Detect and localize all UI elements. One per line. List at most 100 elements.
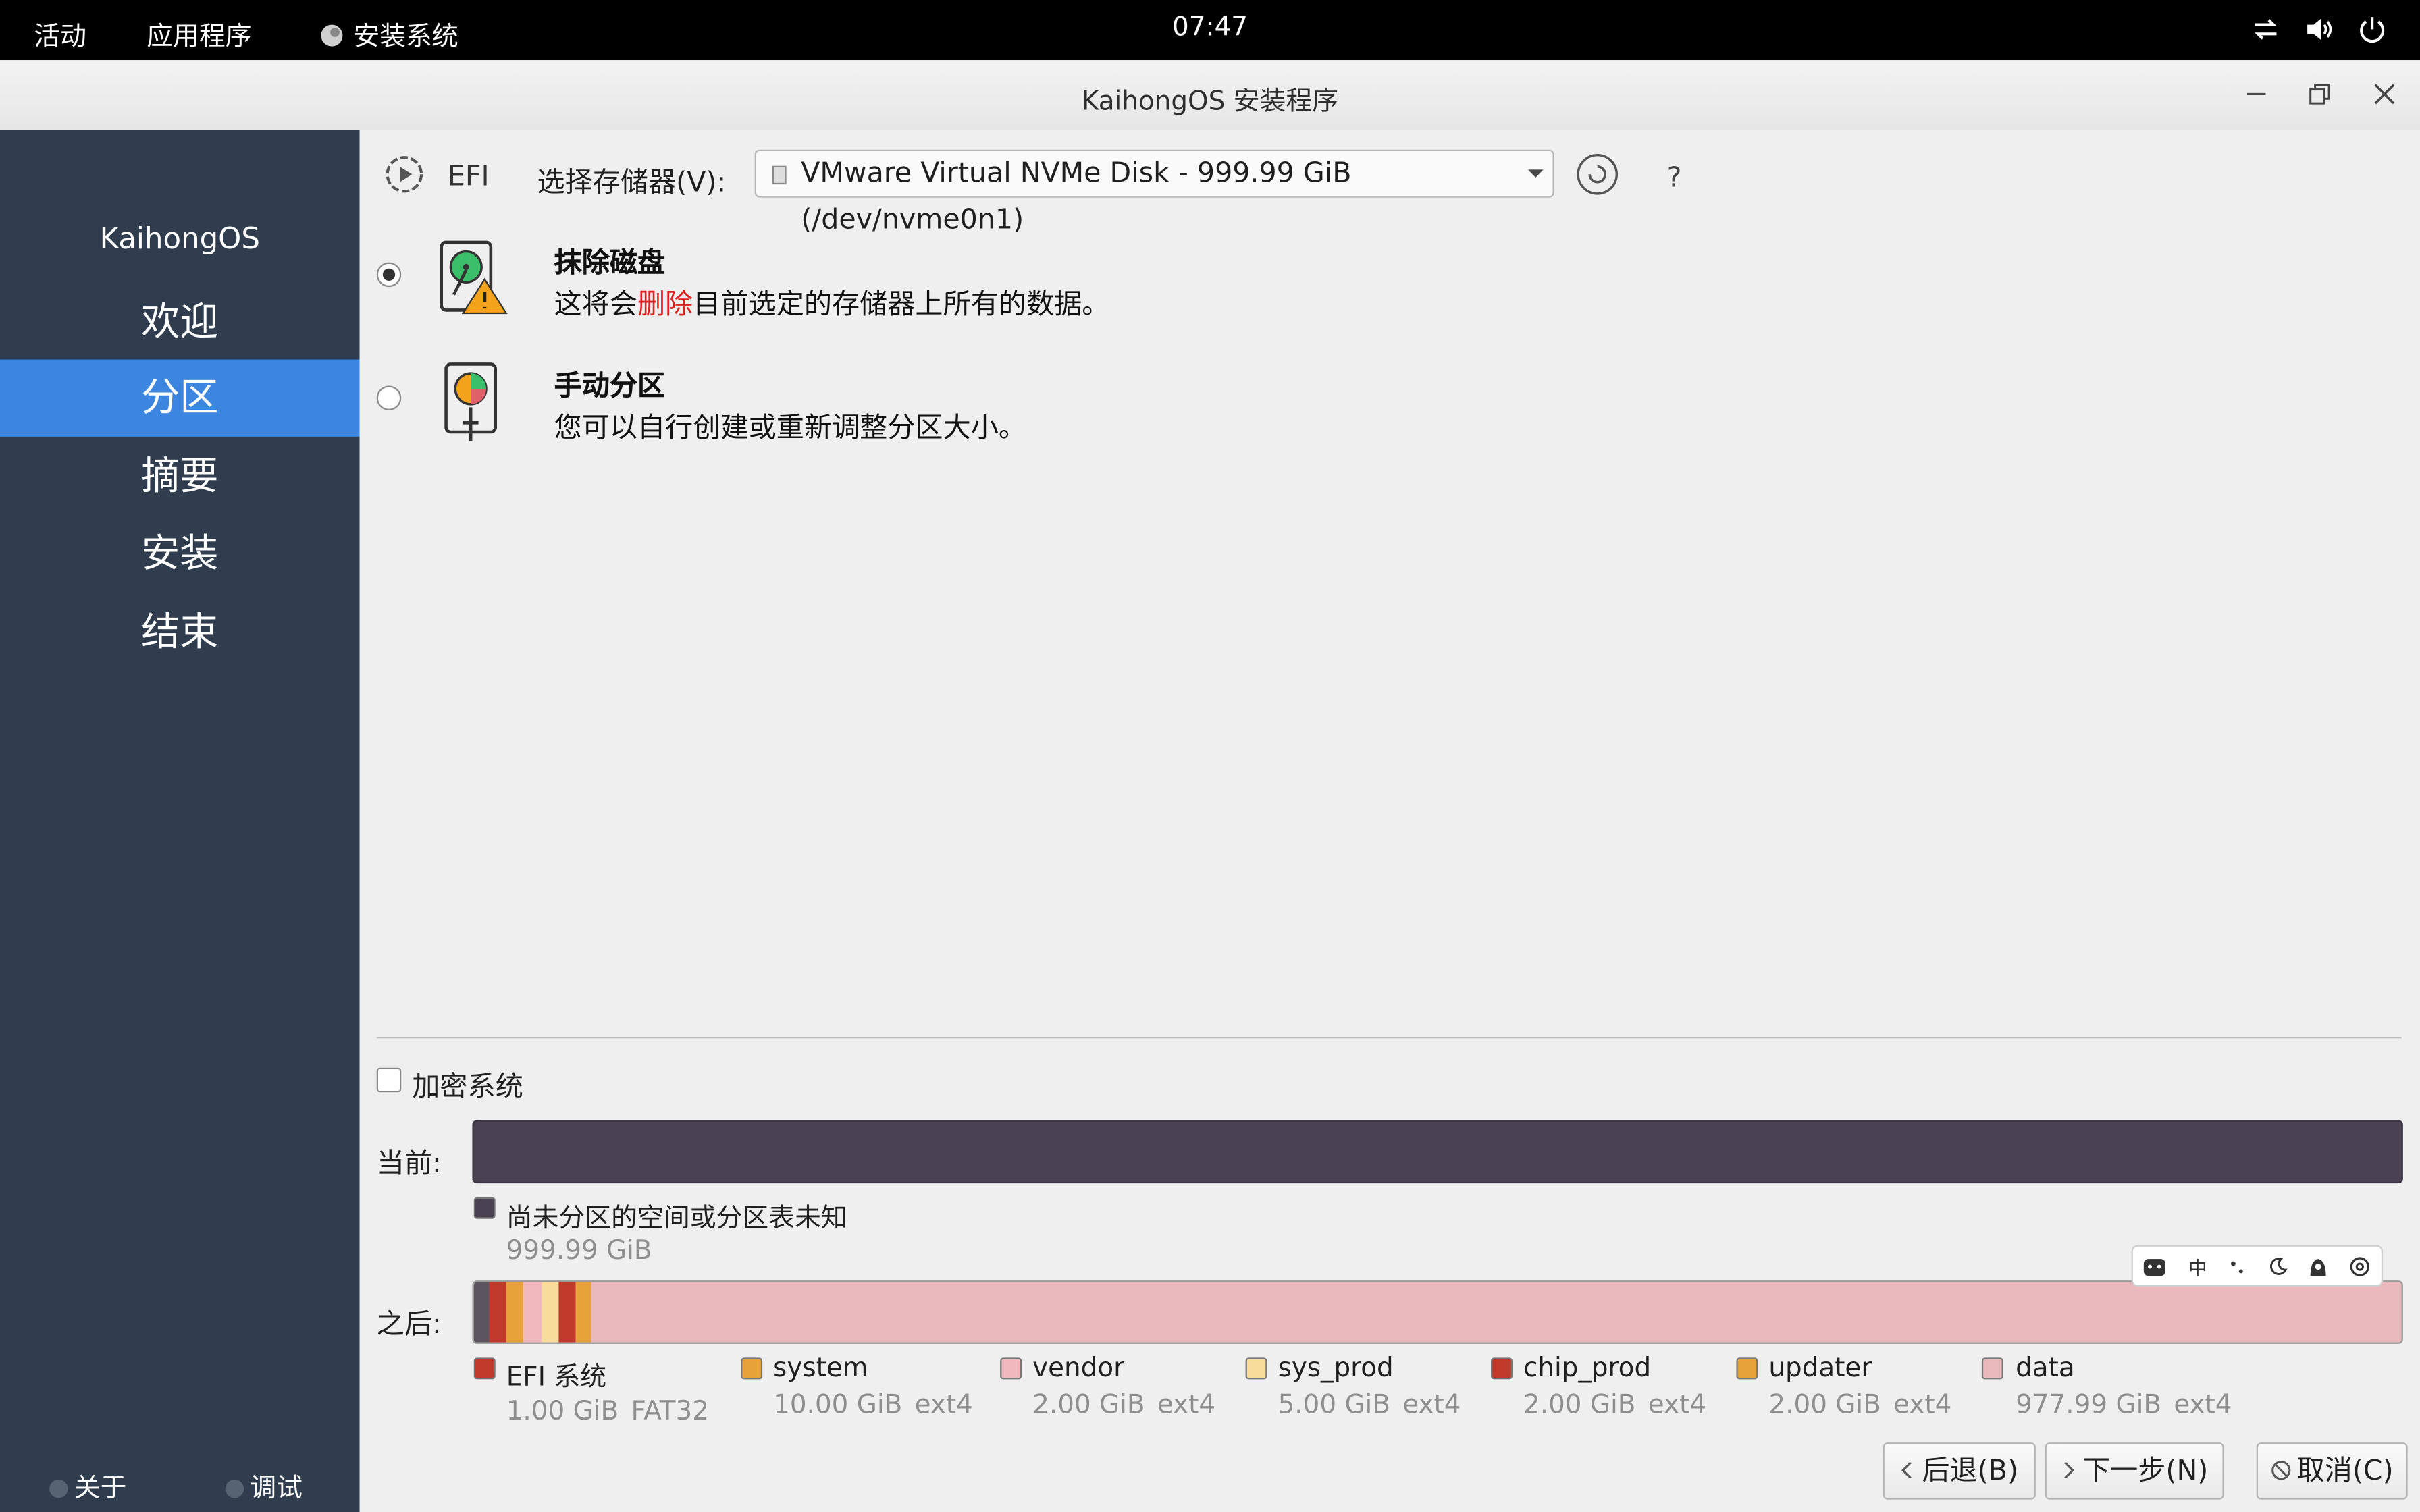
next-button-label: 下一步(N) (2082, 1455, 2209, 1488)
bug-icon (225, 1479, 244, 1498)
boot-mode-label: EFI (447, 160, 490, 193)
vendor-fs: ext4 (1157, 1390, 1216, 1422)
legend-unpartitioned-name: 尚未分区的空间或分区表未知 (506, 1203, 847, 1235)
ime-logo-icon (2143, 1259, 2165, 1276)
legend-system-size: 10.00 GiB ext4 (773, 1390, 973, 1421)
storage-select-value: VMware Virtual NVMe Disk - 999.99 GiB (/… (801, 157, 1352, 236)
manual-partition-title: 手动分区 (554, 370, 666, 403)
after-partition-bar (472, 1280, 2403, 1344)
erase-desc-post: 目前选定的存储器上所有的数据。 (693, 288, 1110, 321)
system-size: 10.00 GiB (773, 1390, 903, 1422)
sidebar-item-summary: 摘要 (141, 453, 219, 499)
bar-seg-edge (473, 1282, 490, 1343)
manual-partition-radio[interactable] (376, 385, 402, 410)
close-icon[interactable] (2369, 79, 2400, 110)
chevron-right-icon (2064, 1461, 2075, 1479)
ime-mode-toggle[interactable]: 中 (2188, 1254, 2207, 1280)
info-icon (49, 1479, 68, 1498)
encrypt-label: 加密系统 (412, 1071, 523, 1104)
current-label: 当前: (376, 1148, 442, 1181)
legend-unpartitioned-size: 999.99 GiB (506, 1235, 652, 1267)
system-fs: ext4 (914, 1390, 973, 1422)
next-button[interactable]: 下一步(N) (2045, 1442, 2224, 1500)
legend-updater-name: updater (1768, 1353, 1872, 1384)
storage-select[interactable]: VMware Virtual NVMe Disk - 999.99 GiB (/… (754, 149, 1554, 236)
cancel-button[interactable]: 取消(C) (2256, 1442, 2408, 1500)
cancel-button-label: 取消(C) (2296, 1455, 2394, 1488)
bar-seg-vendor (523, 1282, 542, 1343)
updater-size: 2.00 GiB (1768, 1390, 1881, 1422)
erase-disk-radio[interactable] (376, 262, 402, 288)
sidebar-item-partition: 分区 (0, 359, 360, 437)
restore-icon[interactable] (2305, 79, 2336, 110)
clock[interactable]: 07:47 (0, 12, 2420, 43)
bar-seg-sys-prod (542, 1282, 559, 1343)
power-icon[interactable] (2355, 12, 2389, 46)
cancel-icon (2271, 1461, 2291, 1480)
disk-icon (772, 165, 787, 185)
debug-label: 调试 (250, 1473, 302, 1505)
sidebar-item-finish: 结束 (141, 609, 219, 655)
divider (376, 1036, 2402, 1039)
legend-sys-prod-size: 5.00 GiB ext4 (1278, 1390, 1461, 1421)
legend-swatch-efi (473, 1357, 496, 1380)
back-button-label: 后退(B) (1922, 1455, 2019, 1488)
back-button[interactable]: 后退(B) (1883, 1442, 2036, 1500)
bar-seg-system (506, 1282, 523, 1343)
debug-button[interactable]: 调试 (225, 1465, 302, 1505)
legend-chip-prod-size: 2.00 GiB ext4 (1523, 1390, 1706, 1421)
storage-label: 选择存储器(V): (537, 166, 727, 199)
legend-swatch-system (741, 1357, 763, 1380)
bar-seg-updater (575, 1282, 591, 1343)
chip-prod-size: 2.00 GiB (1523, 1390, 1636, 1422)
legend-system-name: system (773, 1353, 868, 1384)
about-label: 关于 (74, 1473, 127, 1505)
legend-swatch-updater (1736, 1357, 1758, 1380)
sidebar-item-install: 安装 (141, 531, 219, 576)
refresh-icon[interactable] (1576, 153, 1619, 196)
legend-swatch-sys-prod (1245, 1357, 1267, 1380)
updater-fs: ext4 (1893, 1390, 1952, 1422)
volume-icon[interactable] (2303, 12, 2336, 46)
efi-fs: FAT32 (631, 1396, 709, 1428)
current-partition-bar (472, 1120, 2403, 1184)
brand-logo: KaihongOS (99, 222, 260, 256)
erase-disk-title: 抹除磁盘 (554, 246, 666, 279)
window-title: KaihongOS 安装程序 (1081, 86, 1339, 117)
legend-swatch-data (1981, 1357, 2003, 1380)
erase-disk-description: 这将会删除目前选定的存储器上所有的数据。 (554, 282, 1110, 322)
legend-efi-name: EFI 系统 (506, 1362, 607, 1393)
data-size: 977.99 GiB (2016, 1390, 2162, 1422)
settings-gear-icon[interactable] (2349, 1256, 2371, 1278)
manual-partition-icon (444, 362, 497, 441)
legend-chip-prod-name: chip_prod (1523, 1353, 1652, 1384)
sys-prod-fs: ext4 (1402, 1390, 1461, 1422)
chip-prod-fs: ext4 (1648, 1390, 1706, 1422)
halfwidth-moon-icon[interactable] (2267, 1256, 2289, 1278)
legend-vendor-name: vendor (1032, 1353, 1125, 1384)
legend-data-size: 977.99 GiB ext4 (2016, 1390, 2232, 1421)
minimize-icon[interactable] (2241, 79, 2272, 110)
about-button[interactable]: 关于 (49, 1465, 127, 1505)
efi-size: 1.00 GiB (506, 1396, 619, 1428)
main-panel: EFI 选择存储器(V): VMware Virtual NVMe Disk -… (359, 129, 2420, 1512)
chevron-left-icon (1901, 1461, 1912, 1479)
legend-efi-size: 1.00 GiB FAT32 (506, 1397, 709, 1428)
punctuation-icon[interactable] (2229, 1256, 2247, 1278)
legend-sys-prod-name: sys_prod (1278, 1353, 1394, 1384)
ime-toolbar[interactable]: 中 (2131, 1245, 2384, 1287)
legend-swatch-chip-prod (1490, 1357, 1512, 1380)
erase-desc-highlight: 删除 (637, 288, 693, 321)
bar-seg-chip-prod (558, 1282, 576, 1343)
help-button[interactable]: ? (1667, 162, 1682, 194)
vendor-size: 2.00 GiB (1032, 1390, 1145, 1422)
window-titlebar[interactable]: KaihongOS 安装程序 (0, 60, 2420, 132)
network-icon[interactable] (2248, 12, 2282, 46)
soft-keyboard-icon[interactable] (2307, 1256, 2329, 1278)
after-label: 之后: (376, 1308, 442, 1341)
encrypt-checkbox[interactable] (376, 1067, 402, 1093)
sys-prod-size: 5.00 GiB (1278, 1390, 1391, 1422)
chevron-down-icon (1527, 169, 1544, 178)
sidebar-item-welcome: 欢迎 (141, 299, 219, 344)
legend-swatch-unpartitioned (473, 1197, 496, 1219)
